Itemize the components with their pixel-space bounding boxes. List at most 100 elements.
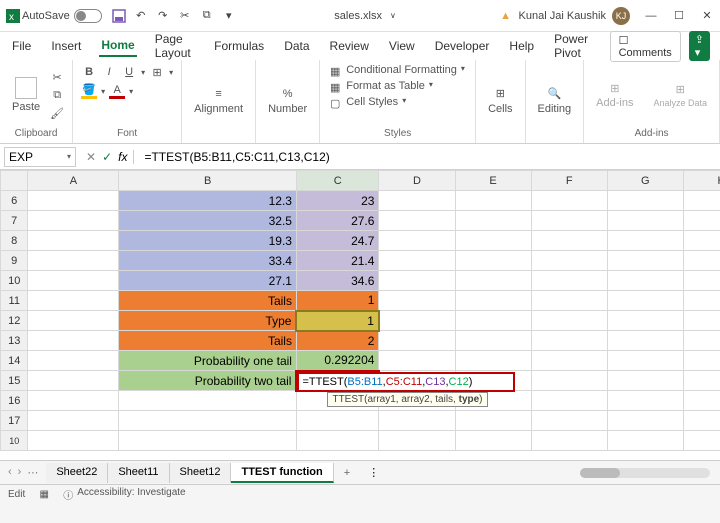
row-header[interactable]: 13: [1, 331, 28, 351]
col-header-F[interactable]: F: [531, 171, 607, 191]
cell[interactable]: [683, 271, 720, 291]
add-sheet-button[interactable]: +: [334, 467, 360, 479]
cell[interactable]: 0.292204: [296, 351, 378, 371]
sheet-tab[interactable]: TTEST function: [231, 463, 333, 483]
cell[interactable]: 1: [296, 311, 378, 331]
row-header[interactable]: 12: [1, 311, 28, 331]
autosave-toggle[interactable]: AutoSave: [22, 9, 102, 23]
cell[interactable]: Type: [119, 311, 297, 331]
analyze-button[interactable]: ⊞Analyze Data: [649, 80, 711, 110]
formula-bar[interactable]: =TTEST(B5:B11,C5:C11,C13,C12): [134, 148, 720, 166]
cell[interactable]: [683, 211, 720, 231]
tab-power-pivot[interactable]: Power Pivot: [552, 29, 594, 63]
sheet-more-icon[interactable]: ⋯: [27, 466, 38, 479]
cell[interactable]: [683, 311, 720, 331]
cell[interactable]: [683, 351, 720, 371]
cell[interactable]: [455, 251, 531, 271]
cell[interactable]: [683, 331, 720, 351]
stats-icon[interactable]: ▦: [37, 488, 51, 502]
cell-styles-button[interactable]: ▢Cell Styles▾: [328, 96, 406, 110]
col-header-G[interactable]: G: [607, 171, 683, 191]
cell[interactable]: [28, 231, 119, 251]
cell[interactable]: 27.1: [119, 271, 297, 291]
cell[interactable]: [28, 311, 119, 331]
row-header[interactable]: 10: [1, 271, 28, 291]
cell[interactable]: [379, 351, 455, 371]
format-as-table-button[interactable]: ▦Format as Table▾: [328, 80, 433, 94]
share-button[interactable]: ⇪ ▾: [689, 31, 710, 61]
cell[interactable]: [455, 211, 531, 231]
cell[interactable]: [28, 251, 119, 271]
cell[interactable]: [28, 191, 119, 211]
cell[interactable]: Tails: [119, 331, 297, 351]
cell[interactable]: [683, 371, 720, 391]
cell[interactable]: 27.6: [296, 211, 378, 231]
minimize-icon[interactable]: —: [644, 9, 658, 23]
row-header[interactable]: 10: [1, 431, 28, 451]
cell[interactable]: [455, 271, 531, 291]
cell[interactable]: [296, 411, 378, 431]
cell[interactable]: [28, 331, 119, 351]
cell[interactable]: [607, 311, 683, 331]
cut-icon[interactable]: ✂: [178, 9, 192, 23]
name-box[interactable]: EXP ▾: [4, 147, 76, 167]
row-header[interactable]: 11: [1, 291, 28, 311]
chevron-down-icon[interactable]: ▾: [129, 87, 133, 96]
row-header[interactable]: 15: [1, 371, 28, 391]
cell[interactable]: [531, 191, 607, 211]
cell[interactable]: [683, 411, 720, 431]
cell[interactable]: [607, 251, 683, 271]
comments-button[interactable]: ☐ Comments: [610, 31, 681, 62]
cell[interactable]: [683, 191, 720, 211]
cell[interactable]: [531, 351, 607, 371]
cell[interactable]: 1: [296, 291, 378, 311]
cell[interactable]: [531, 211, 607, 231]
editing-cell[interactable]: =TTEST(B5:B11,C5:C11,C13,C12): [297, 372, 515, 392]
row-header[interactable]: 16: [1, 391, 28, 411]
maximize-icon[interactable]: ☐: [672, 9, 686, 23]
tab-file[interactable]: File: [10, 36, 33, 56]
cell[interactable]: [379, 271, 455, 291]
tab-view[interactable]: View: [387, 36, 417, 56]
cell[interactable]: [379, 191, 455, 211]
cell[interactable]: [28, 371, 119, 391]
sheet-tab[interactable]: Sheet12: [170, 463, 232, 483]
tab-help[interactable]: Help: [507, 36, 536, 56]
editing-button[interactable]: 🔍Editing: [534, 85, 576, 117]
chevron-down-icon[interactable]: ▾: [141, 68, 145, 77]
cell[interactable]: Probability one tail: [119, 351, 297, 371]
cell[interactable]: [607, 291, 683, 311]
avatar[interactable]: KJ: [612, 7, 630, 25]
row-header[interactable]: 17: [1, 411, 28, 431]
chevron-down-icon[interactable]: ▾: [169, 68, 173, 77]
col-header-H[interactable]: H: [683, 171, 720, 191]
tab-home[interactable]: Home: [99, 35, 136, 57]
fill-color-button[interactable]: 🪣: [81, 83, 97, 99]
cell[interactable]: [28, 271, 119, 291]
cell[interactable]: [531, 331, 607, 351]
tab-data[interactable]: Data: [282, 36, 311, 56]
chevron-down-icon[interactable]: ∨: [386, 9, 400, 23]
conditional-formatting-button[interactable]: ▦Conditional Formatting▾: [328, 64, 465, 78]
cell[interactable]: [455, 351, 531, 371]
cell[interactable]: [379, 251, 455, 271]
cell[interactable]: [455, 411, 531, 431]
hscrollbar[interactable]: [580, 468, 710, 478]
alignment-button[interactable]: ≡ Alignment: [190, 85, 247, 117]
cell[interactable]: [455, 291, 531, 311]
cell[interactable]: [119, 411, 297, 431]
cell[interactable]: [531, 231, 607, 251]
format-painter-icon[interactable]: 🖌: [50, 106, 64, 120]
cell[interactable]: [28, 351, 119, 371]
cell[interactable]: [607, 371, 683, 391]
cell[interactable]: [683, 231, 720, 251]
save-icon[interactable]: [112, 9, 126, 23]
cell[interactable]: 24.7: [296, 231, 378, 251]
cell[interactable]: [607, 351, 683, 371]
cell[interactable]: 34.6: [296, 271, 378, 291]
cell[interactable]: Tails: [119, 291, 297, 311]
fx-icon[interactable]: fx: [118, 150, 127, 164]
cell[interactable]: [607, 211, 683, 231]
tab-formulas[interactable]: Formulas: [212, 36, 266, 56]
cell[interactable]: 12.3: [119, 191, 297, 211]
